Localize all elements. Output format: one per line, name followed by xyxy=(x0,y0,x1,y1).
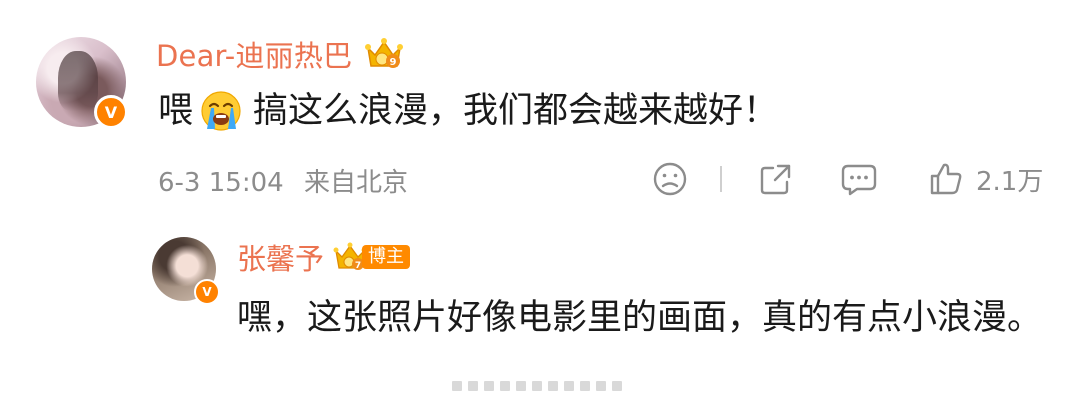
comment-meta: 6-3 15:04 来自北京 xyxy=(158,162,408,199)
replier-avatar[interactable]: V xyxy=(152,237,220,305)
reply-header: 张馨予 7 博主 xyxy=(237,237,416,277)
comment-timestamp: 6-3 15:04 xyxy=(158,168,284,198)
share-icon xyxy=(760,164,791,195)
dislike-button[interactable] xyxy=(652,158,688,200)
verified-badge-icon: V xyxy=(194,279,220,305)
comment-actions: 2.1万 xyxy=(648,158,1068,200)
commenter-avatar[interactable]: V xyxy=(36,37,128,129)
comment-icon xyxy=(841,164,877,196)
vip-crown-icon: 9 xyxy=(365,38,404,68)
host-badge: 博主 xyxy=(362,245,411,269)
loudly-crying-face-icon xyxy=(201,91,241,131)
svg-text:7: 7 xyxy=(355,261,361,271)
dislike-face-icon xyxy=(653,162,687,196)
action-divider xyxy=(720,166,722,192)
like-count: 2.1万 xyxy=(976,166,1044,197)
avatar-photo xyxy=(58,51,98,111)
comment-text: 喂 搞这么浪漫，我们都会越来越好！ xyxy=(158,88,778,134)
reply-text: 嘿，这张照片好像电影里的画面，真的有点小浪漫。 xyxy=(237,298,1043,338)
watermark-pixels xyxy=(452,381,622,391)
commenter-username[interactable]: Dear-迪丽热巴 xyxy=(156,33,352,75)
like-button[interactable]: 2.1万 xyxy=(928,158,1043,200)
svg-text:9: 9 xyxy=(390,57,397,68)
comment-location: 来自北京 xyxy=(303,168,408,198)
reply-button[interactable] xyxy=(840,158,878,200)
commenter-header: Dear-迪丽热巴 9 xyxy=(156,34,406,74)
comment-text-body: 搞这么浪漫，我们都会越来越好！ xyxy=(253,91,779,131)
like-thumb-icon xyxy=(930,163,962,195)
verified-badge-icon: V xyxy=(94,95,128,129)
comment-text-prefix: 喂 xyxy=(158,91,194,131)
replier-username[interactable]: 张馨予 xyxy=(237,236,324,278)
share-button[interactable] xyxy=(758,158,794,200)
